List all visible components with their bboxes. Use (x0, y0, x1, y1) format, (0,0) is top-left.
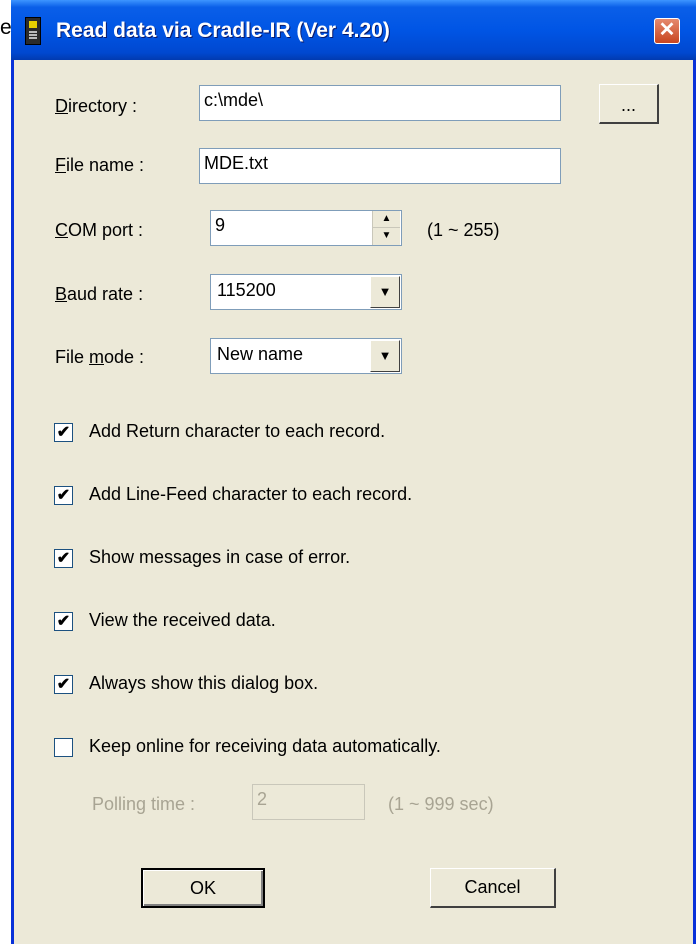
checkbox-show-messages-label[interactable]: Show messages in case of error. (89, 547, 350, 568)
file-mode-label: File mode : (55, 347, 145, 367)
file-name-input[interactable]: MDE.txt (199, 148, 561, 184)
checkbox-add-return[interactable]: ✔ (54, 423, 73, 442)
ok-button[interactable]: OK (141, 868, 265, 908)
chevron-down-icon[interactable]: ▼ (370, 340, 400, 372)
window-title: Read data via Cradle-IR (Ver 4.20) (56, 19, 390, 42)
com-port-label: COM port : (55, 220, 144, 240)
browse-button[interactable]: ... (599, 84, 659, 124)
checkbox-add-return-label[interactable]: Add Return character to each record. (89, 421, 385, 442)
checkbox-view-data-label[interactable]: View the received data. (89, 610, 276, 631)
spin-up-icon[interactable]: ▲ (373, 211, 400, 228)
checkbox-add-line-feed-label[interactable]: Add Line-Feed character to each record. (89, 484, 412, 505)
baud-rate-value: 115200 (217, 280, 276, 300)
file-mode-value: New name (217, 344, 304, 364)
checkbox-always-show-label[interactable]: Always show this dialog box. (89, 673, 318, 694)
file-mode-select[interactable]: New name ▼ (210, 338, 402, 374)
chevron-down-icon[interactable]: ▼ (370, 276, 400, 308)
baud-rate-label: Baud rate : (55, 284, 144, 304)
checkbox-show-messages[interactable]: ✔ (54, 549, 73, 568)
com-port-spinner[interactable]: ▲ ▼ (372, 211, 400, 245)
file-name-label: File name : (55, 155, 145, 175)
background-text-fragment: e (0, 16, 12, 39)
checkbox-always-show[interactable]: ✔ (54, 675, 73, 694)
directory-label: Directory : (55, 96, 138, 116)
dialog-window: Read data via Cradle-IR (Ver 4.20) ✕ Dir… (11, 0, 696, 944)
checkbox-add-line-feed[interactable]: ✔ (54, 486, 73, 505)
close-button[interactable]: ✕ (654, 18, 680, 44)
checkbox-view-data[interactable]: ✔ (54, 612, 73, 631)
title-bar[interactable]: Read data via Cradle-IR (Ver 4.20) ✕ (11, 0, 696, 60)
com-port-value: 9 (215, 215, 226, 235)
checkbox-keep-online-label[interactable]: Keep online for receiving data automatic… (89, 736, 441, 757)
polling-time-input[interactable]: 2 (252, 784, 365, 820)
baud-rate-select[interactable]: 115200 ▼ (210, 274, 402, 310)
directory-input[interactable]: c:\mde\ (199, 85, 561, 121)
polling-time-label: Polling time : (92, 794, 196, 814)
handheld-terminal-icon (25, 17, 41, 45)
cancel-button[interactable]: Cancel (430, 868, 556, 908)
polling-time-range: (1 ~ 999 sec) (388, 794, 494, 814)
com-port-range: (1 ~ 255) (427, 220, 500, 240)
spin-down-icon[interactable]: ▼ (373, 228, 400, 244)
checkbox-keep-online[interactable] (54, 738, 73, 757)
